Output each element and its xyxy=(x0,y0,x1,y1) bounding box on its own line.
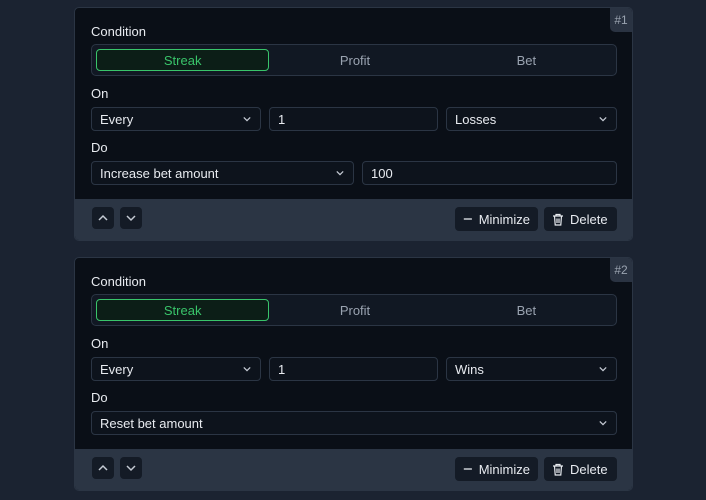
on-count-value: 1 xyxy=(278,111,286,127)
chevron-down-icon xyxy=(599,420,607,426)
on-count-input[interactable]: 1 xyxy=(269,107,438,131)
minus-icon xyxy=(463,468,472,470)
chevron-down-icon xyxy=(599,116,607,122)
on-event-select[interactable]: Losses xyxy=(446,107,617,131)
condition-label: Condition xyxy=(91,24,146,39)
trash-icon xyxy=(553,463,563,476)
condition-card-1: #1 Condition Streak Profit Bet On Every … xyxy=(74,7,633,241)
chevron-down-icon xyxy=(243,366,251,372)
minus-icon xyxy=(463,218,472,220)
do-label: Do xyxy=(91,140,108,155)
tab-profit[interactable]: Profit xyxy=(269,49,440,71)
card-footer: Minimize Delete xyxy=(75,449,632,490)
tab-bet[interactable]: Bet xyxy=(441,299,612,321)
minimize-label: Minimize xyxy=(478,461,530,477)
on-frequency-select[interactable]: Every xyxy=(91,107,261,131)
minimize-button[interactable]: Minimize xyxy=(455,457,538,481)
trash-icon xyxy=(553,213,563,226)
condition-type-tabs: Streak Profit Bet xyxy=(91,294,617,326)
do-action-select[interactable]: Reset bet amount xyxy=(91,411,617,435)
tab-streak[interactable]: Streak xyxy=(96,49,270,71)
minimize-label: Minimize xyxy=(478,211,530,227)
condition-label: Condition xyxy=(91,274,146,289)
on-event-select[interactable]: Wins xyxy=(446,357,617,381)
on-frequency-value: Every xyxy=(100,111,134,127)
delete-label: Delete xyxy=(570,211,608,227)
on-count-input[interactable]: 1 xyxy=(269,357,438,381)
on-label: On xyxy=(91,336,109,351)
chevron-up-icon xyxy=(98,464,108,471)
move-up-button[interactable] xyxy=(92,457,114,479)
tab-bet[interactable]: Bet xyxy=(441,49,612,71)
delete-button[interactable]: Delete xyxy=(544,207,617,231)
do-action-value: Increase bet amount xyxy=(100,165,219,181)
minimize-button[interactable]: Minimize xyxy=(455,207,538,231)
chevron-up-icon xyxy=(98,214,108,221)
do-value-input[interactable]: 100 xyxy=(362,161,617,185)
do-action-select[interactable]: Increase bet amount xyxy=(91,161,354,185)
on-label: On xyxy=(91,86,109,101)
do-value: 100 xyxy=(371,165,393,181)
condition-card-2: #2 Condition Streak Profit Bet On Every … xyxy=(74,257,633,491)
move-down-button[interactable] xyxy=(120,207,142,229)
on-frequency-value: Every xyxy=(100,361,134,377)
chevron-down-icon xyxy=(126,215,136,222)
move-up-button[interactable] xyxy=(92,207,114,229)
chevron-down-icon xyxy=(243,116,251,122)
on-frequency-select[interactable]: Every xyxy=(91,357,261,381)
card-footer: Minimize Delete xyxy=(75,199,632,240)
tab-profit[interactable]: Profit xyxy=(269,299,440,321)
card-number-badge: #1 xyxy=(610,8,632,32)
chevron-down-icon xyxy=(336,170,344,176)
move-down-button[interactable] xyxy=(120,457,142,479)
do-label: Do xyxy=(91,390,108,405)
chevron-down-icon xyxy=(599,366,607,372)
on-event-value: Wins xyxy=(455,361,484,377)
tab-streak[interactable]: Streak xyxy=(96,299,270,321)
on-event-value: Losses xyxy=(455,111,497,127)
delete-button[interactable]: Delete xyxy=(544,457,617,481)
delete-label: Delete xyxy=(570,461,608,477)
card-number-badge: #2 xyxy=(610,258,632,282)
do-action-value: Reset bet amount xyxy=(100,415,203,431)
chevron-down-icon xyxy=(126,465,136,472)
condition-type-tabs: Streak Profit Bet xyxy=(91,44,617,76)
on-count-value: 1 xyxy=(278,361,286,377)
